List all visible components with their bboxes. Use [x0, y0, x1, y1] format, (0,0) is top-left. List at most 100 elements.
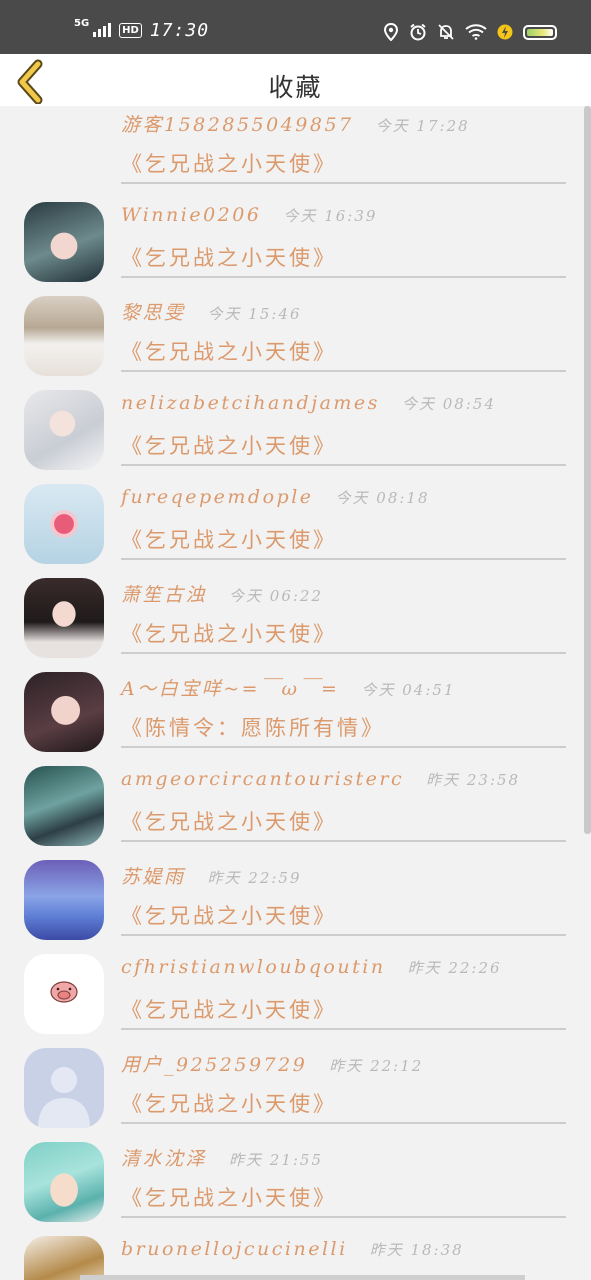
timestamp: 昨天 22:59	[207, 869, 302, 887]
timestamp: 昨天 23:58	[426, 771, 521, 789]
list-item[interactable]: amgeorcircantouristerc 昨天 23:58 《乞兄战之小天使…	[0, 756, 591, 850]
location-icon	[383, 23, 399, 41]
status-left: 5G HD 17:30	[74, 18, 209, 42]
divider	[121, 370, 566, 372]
work-title[interactable]: 《乞兄战之小天使》	[121, 900, 337, 930]
timestamp: 今天 06:22	[229, 587, 324, 605]
avatar[interactable]	[24, 860, 104, 940]
work-title[interactable]: 《乞兄战之小天使》	[121, 1088, 337, 1118]
network-type: 5G	[74, 18, 90, 29]
work-title[interactable]: 《乞兄战之小天使》	[121, 994, 337, 1024]
signal-icon	[93, 23, 112, 37]
work-title[interactable]: 《陈情令：愿陈所有情》	[121, 712, 385, 742]
divider	[121, 1122, 566, 1124]
avatar[interactable]	[24, 1048, 104, 1128]
work-title[interactable]: 《乞兄战之小天使》	[121, 336, 337, 366]
status-bar: 5G HD 17:30	[0, 0, 591, 54]
item-header: 萧笙古浊 今天 06:22	[121, 580, 323, 608]
divider	[121, 1216, 566, 1218]
user-name[interactable]: fureqepemdople	[121, 486, 314, 508]
timestamp: 昨天 18:38	[369, 1241, 464, 1259]
avatar[interactable]	[24, 1142, 104, 1222]
user-name[interactable]: A～白宝咩~=￣ω￣=	[121, 674, 339, 701]
status-time: 17:30	[149, 19, 210, 41]
work-title[interactable]: 《乞兄战之小天使》	[121, 242, 337, 272]
divider	[121, 652, 566, 654]
user-name[interactable]: amgeorcircantouristerc	[121, 768, 404, 790]
work-title[interactable]: 《乞兄战之小天使》	[121, 430, 337, 460]
list-item[interactable]: bruonellojcucinelli 昨天 18:38	[0, 1226, 591, 1280]
list-item[interactable]: fureqepemdople 今天 08:18 《乞兄战之小天使》	[0, 474, 591, 568]
user-name[interactable]: Winnie0206	[121, 204, 261, 226]
divider	[121, 1028, 566, 1030]
work-title[interactable]: 《乞兄战之小天使》	[121, 1182, 337, 1212]
status-right	[383, 20, 557, 44]
item-header: A～白宝咩~=￣ω￣= 今天 04:51	[121, 674, 455, 702]
divider	[121, 276, 566, 278]
wifi-icon	[465, 24, 487, 40]
user-name[interactable]: nelizabetcihandjames	[121, 392, 380, 414]
item-header: 用户_925259729 昨天 22:12	[121, 1050, 423, 1078]
user-name[interactable]: 清水沈泽	[121, 1144, 207, 1171]
list-item[interactable]: 萧笙古浊 今天 06:22 《乞兄战之小天使》	[0, 568, 591, 662]
avatar[interactable]	[24, 766, 104, 846]
avatar[interactable]	[24, 672, 104, 752]
divider	[121, 746, 566, 748]
list-item[interactable]: A～白宝咩~=￣ω￣= 今天 04:51 《陈情令：愿陈所有情》	[0, 662, 591, 756]
charging-icon	[497, 24, 513, 40]
timestamp: 昨天 22:26	[407, 959, 502, 977]
timestamp: 今天 15:46	[207, 305, 302, 323]
work-title[interactable]: 《乞兄战之小天使》	[121, 806, 337, 836]
divider	[121, 464, 566, 466]
work-title[interactable]: 《乞兄战之小天使》	[121, 524, 337, 554]
timestamp: 今天 16:39	[283, 207, 378, 225]
timestamp: 今天 04:51	[361, 681, 456, 699]
avatar[interactable]	[24, 954, 104, 1034]
avatar[interactable]	[24, 484, 104, 564]
list-item[interactable]: Winnie0206 今天 16:39 《乞兄战之小天使》	[0, 192, 591, 286]
avatar[interactable]	[24, 578, 104, 658]
divider	[121, 558, 566, 560]
scrollbar[interactable]	[584, 106, 591, 834]
divider	[121, 840, 566, 842]
item-header: 苏媞雨 昨天 22:59	[121, 862, 302, 890]
list-item[interactable]: 清水沈泽 昨天 21:55 《乞兄战之小天使》	[0, 1132, 591, 1226]
item-header: amgeorcircantouristerc 昨天 23:58	[121, 768, 520, 796]
user-name[interactable]: bruonellojcucinelli	[121, 1238, 348, 1260]
avatar[interactable]	[24, 296, 104, 376]
item-header: Winnie0206 今天 16:39	[121, 204, 377, 232]
avatar[interactable]	[24, 202, 104, 282]
timestamp: 昨天 22:12	[329, 1057, 424, 1075]
work-title[interactable]: 《乞兄战之小天使》	[121, 618, 337, 648]
timestamp: 昨天 21:55	[229, 1151, 324, 1169]
list-item[interactable]: 用户_925259729 昨天 22:12 《乞兄战之小天使》	[0, 1038, 591, 1132]
user-name[interactable]: 游客15828550498​57	[121, 110, 354, 137]
bottom-indicator	[80, 1275, 525, 1280]
item-header: 黎思雯 今天 15:46	[121, 298, 302, 326]
favorites-list[interactable]: 游客15828550498​57 今天 17:28 《乞兄战之小天使》 Winn…	[0, 106, 591, 1280]
divider	[121, 934, 566, 936]
timestamp: 今天 08:54	[401, 395, 496, 413]
list-item[interactable]: cfhristianwloubqoutin 昨天 22:26 《乞兄战之小天使》	[0, 944, 591, 1038]
list-item[interactable]: 游客15828550498​57 今天 17:28 《乞兄战之小天使》	[0, 106, 591, 192]
list-item[interactable]: nelizabetcihandjames 今天 08:54 《乞兄战之小天使》	[0, 380, 591, 474]
work-title[interactable]: 《乞兄战之小天使》	[121, 148, 337, 178]
item-header: cfhristianwloubqoutin 昨天 22:26	[121, 956, 502, 984]
user-name[interactable]: cfhristianwloubqoutin	[121, 956, 386, 978]
pig-icon	[50, 981, 78, 1003]
item-header: bruonellojcucinelli 昨天 18:38	[121, 1238, 464, 1266]
item-header: fureqepemdople 今天 08:18	[121, 486, 430, 514]
user-name[interactable]: 黎思雯	[121, 298, 186, 325]
timestamp: 今天 17:28	[375, 117, 470, 135]
avatar[interactable]	[24, 390, 104, 470]
user-placeholder-icon	[38, 1067, 90, 1128]
user-name[interactable]: 苏媞雨	[121, 862, 186, 889]
list-item[interactable]: 黎思雯 今天 15:46 《乞兄战之小天使》	[0, 286, 591, 380]
user-name[interactable]: 萧笙古浊	[121, 580, 207, 607]
user-name[interactable]: 用户_925259729	[121, 1050, 307, 1077]
battery-icon	[523, 24, 557, 40]
item-header: 游客15828550498​57 今天 17:28	[121, 110, 470, 138]
divider	[121, 182, 566, 184]
list-item[interactable]: 苏媞雨 昨天 22:59 《乞兄战之小天使》	[0, 850, 591, 944]
avatar[interactable]	[24, 1236, 104, 1280]
